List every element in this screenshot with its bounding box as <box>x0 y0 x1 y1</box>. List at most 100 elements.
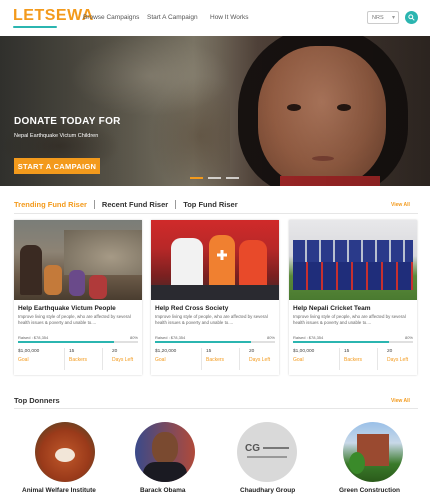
backers-label: Backers <box>69 357 88 363</box>
goal-label: Goal <box>18 357 29 363</box>
backers-stat: 15 Backers <box>69 349 87 363</box>
backers-value: 15 <box>344 349 350 354</box>
rubble <box>64 230 142 275</box>
campaign-card[interactable]: Help Nepali Cricket Team Improve living … <box>289 220 417 375</box>
donor-avatar-chaudhary-group[interactable]: CG <box>232 422 302 482</box>
campaign-description: Improve living style of people, who are … <box>18 314 131 325</box>
days-left-label: Days Left <box>112 357 134 363</box>
cg-logo-line <box>263 447 289 449</box>
backers-label: Backers <box>206 357 225 363</box>
donor-avatar-green-construction[interactable] <box>338 422 408 482</box>
slider-dot-3[interactable] <box>226 177 239 179</box>
slider-dot-2[interactable] <box>208 177 221 179</box>
donor-name[interactable]: Green Construction <box>339 487 400 494</box>
progress-percent: 80% <box>129 335 138 340</box>
avatar <box>343 422 403 482</box>
campaign-image <box>289 220 417 300</box>
nav-browse-campaigns[interactable]: Browse Campaigns <box>83 14 139 21</box>
progress-bar <box>155 341 275 343</box>
days-left-stat: 20 Days Left <box>112 349 133 363</box>
donor-avatar-barack-obama[interactable] <box>130 422 200 482</box>
slider-dot-1[interactable] <box>190 177 203 179</box>
days-left-value: 20 <box>387 349 393 354</box>
campaign-image <box>14 220 142 300</box>
backers-label: Backers <box>344 357 363 363</box>
search-icon <box>408 14 415 21</box>
backers-value: 15 <box>206 349 212 354</box>
goal-label: Goal <box>155 357 166 363</box>
progress-bar-fill <box>293 341 389 343</box>
tab-recent[interactable]: Recent Fund Riser <box>102 200 168 209</box>
goal-value: $1,00,000 <box>18 349 40 354</box>
team-row-front <box>293 262 413 290</box>
campaign-image <box>151 220 279 300</box>
view-all-campaigns-link[interactable]: View All <box>391 202 410 208</box>
search-button[interactable] <box>405 11 418 24</box>
logo-text: LETSEWA <box>13 7 94 24</box>
donor-avatar-animal-welfare[interactable] <box>30 422 100 482</box>
goal-stat: $1,00,000 Goal <box>293 349 314 363</box>
medic <box>239 240 267 290</box>
campaign-title[interactable]: Help Nepali Cricket Team <box>293 305 371 312</box>
person <box>89 275 107 299</box>
header: LETSEWA Browse Campaigns Start A Campaig… <box>0 0 430 36</box>
stat-divider <box>377 348 378 370</box>
medic <box>209 235 235 290</box>
backers-stat: 15 Backers <box>344 349 362 363</box>
section-divider <box>14 408 418 409</box>
campaign-description: Improve living style of people, who are … <box>155 314 268 325</box>
donor-name[interactable]: Chaudhary Group <box>240 487 295 494</box>
tab-trending[interactable]: Trending Fund Riser <box>14 200 87 209</box>
medic <box>171 238 203 288</box>
goal-stat: $1,20,000 Goal <box>155 349 176 363</box>
panda-face <box>55 448 75 462</box>
raised-amount: Raised : $78,354 <box>293 335 324 340</box>
ground <box>151 285 279 300</box>
nav-start-campaign[interactable]: Start A Campaign <box>147 14 198 21</box>
progress-percent: 80% <box>266 335 275 340</box>
stat-divider <box>339 348 340 370</box>
campaign-description: Improve living style of people, who are … <box>293 314 406 325</box>
goal-stat: $1,00,000 Goal <box>18 349 39 363</box>
progress-bar <box>18 341 138 343</box>
nav-how-it-works[interactable]: How It Works <box>210 14 249 21</box>
start-campaign-button[interactable]: START A CAMPAIGN <box>14 158 100 174</box>
days-left-label: Days Left <box>387 357 409 363</box>
campaign-title[interactable]: Help Earthquake Victum People <box>18 305 116 312</box>
cg-logo: CG <box>245 443 260 454</box>
goal-value: $1,00,000 <box>293 349 315 354</box>
goal-label: Goal <box>293 357 304 363</box>
avatar <box>135 422 195 482</box>
tab-top[interactable]: Top Fund Riser <box>183 200 237 209</box>
campaign-card[interactable]: Help Red Cross Society Improve living st… <box>151 220 279 375</box>
cg-tagline-line <box>247 456 287 458</box>
logo[interactable]: LETSEWA <box>13 6 94 30</box>
backers-value: 15 <box>69 349 75 354</box>
days-left-value: 20 <box>112 349 118 354</box>
fund-tabs: Trending Fund Riser Recent Fund Riser To… <box>14 200 238 209</box>
hero-subtitle: Nepal Earthquake Victum Children <box>14 133 99 139</box>
donor-name[interactable]: Animal Welfare Institute <box>22 487 96 494</box>
stat-divider <box>201 348 202 370</box>
hero-banner: DONATE TODAY FOR Nepal Earthquake Victum… <box>0 36 430 186</box>
progress-bar <box>293 341 413 343</box>
hero-title: DONATE TODAY FOR <box>14 116 121 127</box>
donor-name[interactable]: Barack Obama <box>140 487 186 494</box>
avatar: CG <box>237 422 297 482</box>
tab-divider <box>93 200 95 209</box>
person <box>20 245 42 295</box>
logo-underline <box>13 26 57 28</box>
campaign-title[interactable]: Help Red Cross Society <box>155 305 228 312</box>
campaign-card[interactable]: Help Earthquake Victum People Improve li… <box>14 220 142 375</box>
raised-amount: Raised : $78,354 <box>155 335 186 340</box>
progress-percent: 80% <box>404 335 413 340</box>
progress-bar-fill <box>18 341 114 343</box>
currency-select[interactable]: NRS ▾ <box>367 11 399 24</box>
currency-value: NRS <box>372 15 384 21</box>
raised-amount: Raised : $78,354 <box>18 335 49 340</box>
stat-divider <box>64 348 65 370</box>
stat-divider <box>239 348 240 370</box>
days-left-stat: 20 Days Left <box>249 349 270 363</box>
days-left-stat: 20 Days Left <box>387 349 408 363</box>
view-all-donors-link[interactable]: View All <box>391 398 410 404</box>
